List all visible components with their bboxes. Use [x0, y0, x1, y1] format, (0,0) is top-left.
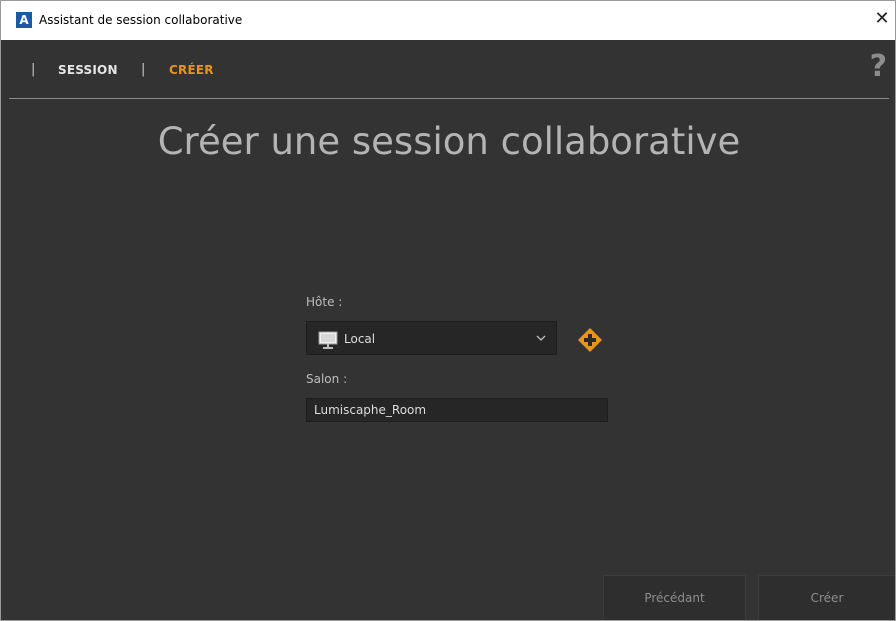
chevron-down-icon	[536, 335, 546, 341]
dialog-window: A Assistant de session collaborative ✕ |…	[0, 0, 896, 621]
monitor-icon	[318, 331, 338, 349]
room-input[interactable]	[306, 398, 608, 422]
page-title: Créer une session collaborative	[157, 120, 741, 163]
wizard-steps: | SESSION | CRÉER ?	[1, 40, 895, 99]
app-logo-icon: A	[16, 12, 32, 28]
room-label: Salon :	[306, 372, 348, 386]
help-icon[interactable]: ?	[870, 49, 887, 85]
tabs-divider	[9, 98, 889, 99]
host-label: Hôte :	[306, 295, 343, 309]
host-select-value: Local	[344, 332, 376, 346]
title-bar: A Assistant de session collaborative ✕	[1, 1, 895, 40]
tab-creer[interactable]: CRÉER	[169, 62, 214, 78]
add-host-button[interactable]	[578, 328, 602, 352]
tab-separator: |	[141, 62, 146, 77]
previous-button[interactable]: Précédant	[603, 575, 746, 620]
tab-separator: |	[31, 62, 36, 77]
close-icon[interactable]: ✕	[871, 8, 893, 30]
create-button[interactable]: Créer	[758, 575, 895, 620]
window-title: Assistant de session collaborative	[39, 13, 243, 27]
tab-session[interactable]: SESSION	[58, 62, 118, 78]
wizard-content: | SESSION | CRÉER ? Créer une session co…	[1, 40, 895, 620]
host-select[interactable]: Local	[306, 321, 557, 355]
